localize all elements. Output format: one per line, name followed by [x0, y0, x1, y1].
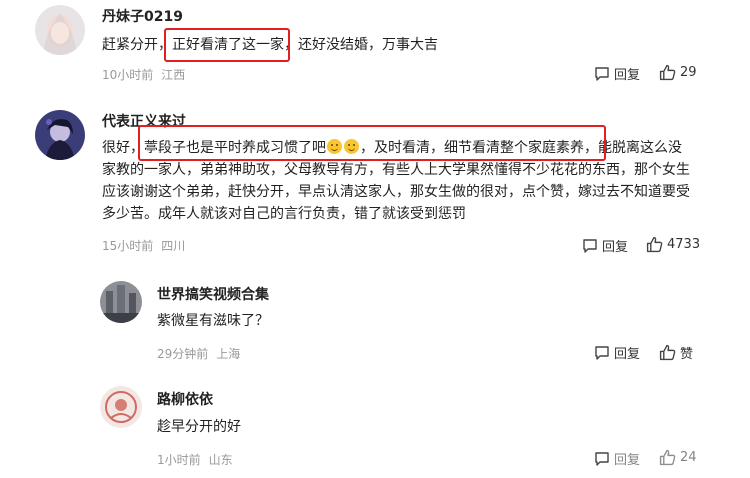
- comment-location: 上海: [216, 347, 241, 361]
- like-button[interactable]: 24: [659, 449, 697, 466]
- thumbs-up-icon: [659, 449, 676, 466]
- comment-text-part: ，还好没结婚，万事大吉: [284, 37, 438, 53]
- comment-reply-icon: [583, 238, 597, 253]
- comment-meta: 10小时前 江西: [102, 66, 185, 83]
- highlight-box: [138, 125, 606, 161]
- comment-meta: 29分钟前 上海: [157, 345, 240, 362]
- comment-time: 29分钟前: [157, 347, 209, 361]
- username[interactable]: 世界搞笑视频合集: [157, 284, 269, 304]
- comment-reply-icon: [595, 66, 609, 81]
- comment-location: 四川: [161, 239, 186, 253]
- comment-reply-icon: [595, 345, 609, 360]
- comment-time: 1小时前: [157, 453, 201, 467]
- avatar[interactable]: [100, 386, 142, 428]
- comment-time: 10小时前: [102, 68, 154, 82]
- avatar[interactable]: [35, 5, 85, 55]
- thumbs-up-icon: [659, 344, 676, 361]
- comment-time: 15小时前: [102, 239, 154, 253]
- like-label: 赞: [680, 347, 694, 362]
- comment-text: 紫微星有滋味了？: [157, 313, 269, 329]
- thumbs-up-icon: [646, 236, 663, 253]
- comment-location: 山东: [208, 453, 233, 467]
- like-count: 29: [680, 65, 697, 80]
- comment-meta: 1小时前 山东: [157, 451, 233, 468]
- comment-location: 江西: [161, 68, 186, 82]
- thumbs-up-icon: [659, 64, 676, 81]
- comment-line: 家教的一家人，弟弟神助攻，父母教导有方，有些人上大学果然懂得不少花花的东西，那个…: [102, 162, 690, 178]
- reply-label: 回复: [614, 453, 641, 468]
- avatar[interactable]: [100, 281, 142, 323]
- comment-line: 多少苦。成年人就该对自己的言行负责，错了就该受到惩罚: [102, 206, 466, 222]
- reply-button[interactable]: 回复: [594, 343, 640, 362]
- reply-button[interactable]: 回复: [594, 64, 640, 83]
- reply-button[interactable]: 回复: [594, 449, 640, 468]
- reply-label: 回复: [614, 68, 641, 83]
- reply-button[interactable]: 回复: [582, 236, 628, 255]
- highlight-box: [164, 28, 290, 62]
- like-button[interactable]: 29: [659, 64, 697, 81]
- like-button[interactable]: 4733: [646, 236, 700, 253]
- comment-meta: 15小时前 四川: [102, 237, 185, 254]
- like-button[interactable]: 赞: [659, 343, 693, 362]
- avatar[interactable]: [35, 110, 85, 160]
- reply-label: 回复: [614, 347, 641, 362]
- username[interactable]: 丹妹子0219: [102, 6, 183, 26]
- like-count: 4733: [667, 237, 701, 252]
- username[interactable]: 路柳依依: [157, 389, 213, 409]
- comment-line: 应该谢谢这个弟弟，赶快分开，早点认清这家人，那女生做的很对，点个赞，嫁过去不知道…: [102, 184, 690, 200]
- like-count: 24: [680, 450, 697, 465]
- comment-text: 趁早分开的好: [157, 419, 241, 435]
- comment-reply-icon: [595, 451, 609, 466]
- reply-label: 回复: [602, 240, 629, 255]
- comment-text-part: 赶紧分开，: [102, 37, 172, 53]
